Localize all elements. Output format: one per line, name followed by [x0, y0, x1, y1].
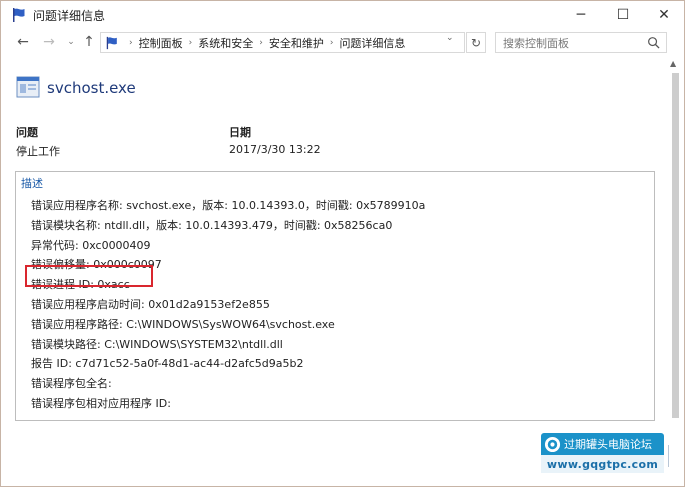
- forward-button[interactable]: →: [39, 32, 59, 52]
- watermark-url: www.gqgtpc.com: [541, 455, 664, 473]
- window-title: 问题详细信息: [33, 9, 106, 23]
- breadcrumb-problem-details[interactable]: 问题详细信息: [339, 35, 405, 51]
- refresh-button[interactable]: ↻: [466, 32, 486, 53]
- description-row: 错误应用程序启动时间: 0x01d2a9153ef2e855: [31, 297, 270, 311]
- breadcrumb-control-panel[interactable]: 控制面板: [139, 35, 183, 51]
- back-button[interactable]: ←: [13, 32, 33, 52]
- content-area: svchost.exe 问题 停止工作 日期 2017/3/30 13:22 描…: [1, 57, 684, 487]
- problem-label: 问题: [16, 126, 38, 139]
- close-button[interactable]: ✕: [644, 1, 684, 29]
- description-row: 错误模块名称: ntdll.dll，版本: 10.0.14393.479，时间戳…: [31, 218, 393, 232]
- description-panel: 描述 错误应用程序名称: svchost.exe，版本: 10.0.14393.…: [15, 171, 655, 421]
- watermark-banner: 过期罐头电脑论坛: [541, 433, 664, 455]
- description-row: 错误应用程序名称: svchost.exe，版本: 10.0.14393.0，时…: [31, 199, 426, 212]
- date-value: 2017/3/30 13:22: [229, 143, 321, 156]
- description-row: 报告 ID: c7d71c52-5a0f-48d1-ac44-d2afc5d9a…: [31, 357, 304, 371]
- date-label: 日期: [229, 126, 251, 139]
- minimize-button[interactable]: ─: [561, 1, 601, 29]
- description-row: 错误模块路径: C:\WINDOWS\SYSTEM32\ntdll.dll: [31, 337, 283, 351]
- breadcrumb-separator: ›: [329, 37, 334, 48]
- description-row: 错误程序包全名:: [31, 377, 112, 391]
- scroll-thumb[interactable]: [672, 73, 679, 418]
- application-icon: [16, 76, 40, 98]
- search-placeholder: 搜索控制面板: [503, 36, 569, 50]
- forum-watermark: 过期罐头电脑论坛 www.gqgtpc.com: [541, 433, 664, 475]
- watermark-forum-name: 过期罐头电脑论坛: [564, 438, 652, 451]
- scroll-up-arrow-icon[interactable]: ▲: [670, 59, 676, 68]
- flag-icon: [13, 8, 25, 22]
- breadcrumb-separator: ›: [188, 37, 193, 48]
- description-list: 错误应用程序名称: svchost.exe，版本: 10.0.14393.0，时…: [31, 196, 425, 414]
- description-row: 错误应用程序路径: C:\WINDOWS\SysWOW64\svchost.ex…: [31, 317, 335, 331]
- watermark-logo-icon: [544, 436, 561, 452]
- breadcrumb-system-security[interactable]: 系统和安全: [198, 35, 253, 51]
- problem-value: 停止工作: [16, 145, 60, 158]
- navigation-bar: ← → ⌄ ↑ › 控制面板 › 系统和安全 › 安全和维护 › 问题详细信息 …: [1, 29, 684, 55]
- title-bar: 问题详细信息 ─ ☐ ✕: [1, 1, 684, 29]
- up-button[interactable]: ↑: [79, 32, 99, 52]
- description-row: 异常代码: 0xc0000409: [31, 238, 151, 252]
- search-icon[interactable]: [647, 36, 660, 49]
- vertical-scrollbar[interactable]: ▲: [668, 59, 682, 419]
- address-bar[interactable]: › 控制面板 › 系统和安全 › 安全和维护 › 问题详细信息: [100, 32, 465, 53]
- recent-locations-button[interactable]: ⌄: [61, 32, 81, 52]
- description-title: 描述: [21, 177, 43, 190]
- window-edge: [668, 445, 682, 467]
- breadcrumb-separator: ›: [129, 37, 133, 48]
- breadcrumb-security-maintenance[interactable]: 安全和维护: [269, 35, 324, 51]
- application-name: svchost.exe: [47, 79, 136, 97]
- breadcrumb-separator: ›: [259, 37, 263, 48]
- highlight-box: [25, 265, 153, 287]
- problem-details-window: 问题详细信息 ─ ☐ ✕ ← → ⌄ ↑ › 控制面板 › 系统和安全 › 安全…: [0, 0, 685, 487]
- search-input[interactable]: 搜索控制面板: [495, 32, 667, 53]
- flag-icon: [106, 36, 117, 49]
- description-row: 错误程序包相对应用程序 ID:: [31, 396, 171, 410]
- address-dropdown-button[interactable]: ⌄: [446, 33, 454, 43]
- maximize-button[interactable]: ☐: [603, 1, 643, 29]
